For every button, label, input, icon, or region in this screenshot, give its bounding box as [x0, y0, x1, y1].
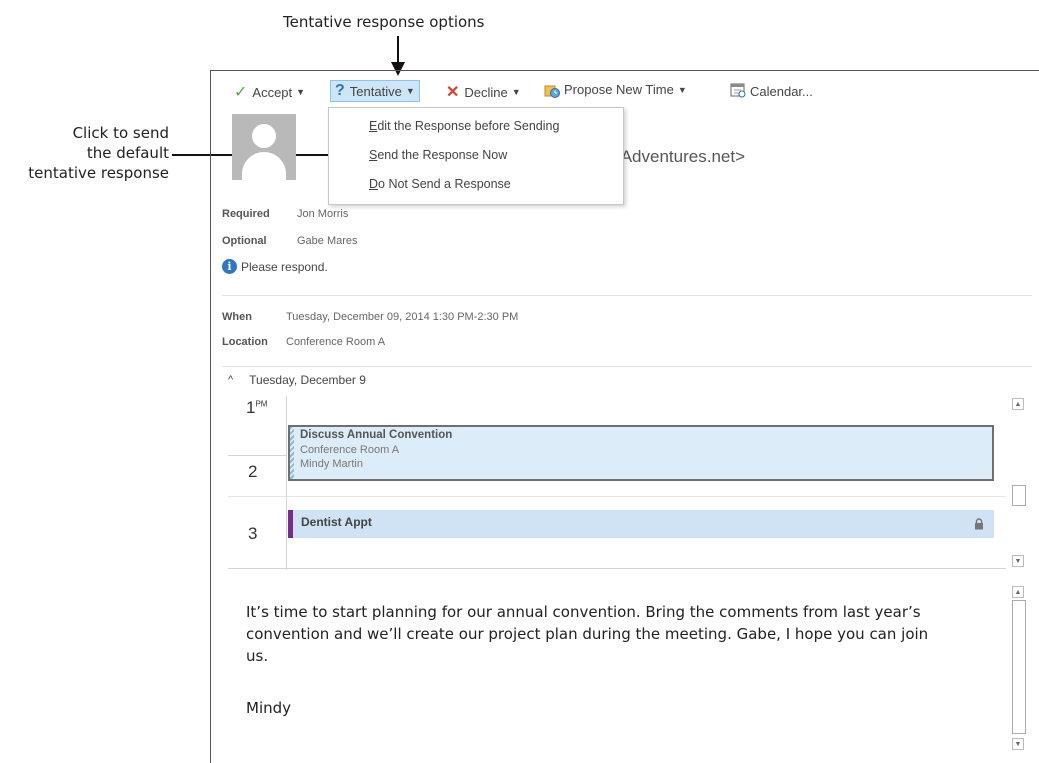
- accept-label: Accept: [252, 84, 293, 100]
- dentist-appointment[interactable]: Dentist Appt: [288, 510, 994, 538]
- scrollbar-thumb[interactable]: [1012, 485, 1026, 506]
- avatar: [232, 114, 296, 180]
- hour-line: [228, 455, 286, 456]
- chevron-down-icon: ▼: [405, 86, 415, 96]
- info-icon: i: [222, 259, 237, 274]
- info-text: Please respond.: [241, 259, 328, 274]
- hour-3: 3: [248, 524, 258, 543]
- decline-label: Decline: [464, 84, 508, 100]
- menu-item-label: end the Response Now: [377, 148, 508, 162]
- scroll-down-button[interactable]: ▼: [1012, 738, 1024, 750]
- chevron-up-icon: ^: [228, 374, 234, 386]
- scroll-down-button[interactable]: ▼: [1012, 555, 1024, 567]
- hour-line: [228, 496, 1006, 497]
- check-icon: ✓: [234, 84, 248, 101]
- hour-suffix: PM: [255, 399, 268, 409]
- calendar-icon: [730, 82, 746, 101]
- dentist-title: Dentist Appt: [301, 515, 372, 529]
- hour-divider: [286, 396, 287, 570]
- decline-button[interactable]: ✕ Decline ▼: [446, 82, 521, 102]
- tentative-label: Tentative: [349, 83, 402, 99]
- message-line: us.: [246, 647, 269, 665]
- tentative-dropdown-menu: Edit the Response before Sending Send th…: [328, 107, 624, 205]
- message-line: It’s time to start planning for our annu…: [246, 603, 921, 621]
- menu-item-send-now[interactable]: Send the Response Now: [369, 148, 507, 162]
- divider: [222, 295, 1032, 296]
- question-icon: ?: [335, 82, 345, 99]
- optional-attendee[interactable]: Gabe Mares: [297, 235, 358, 247]
- meeting-title: Discuss Annual Convention: [300, 429, 453, 441]
- required-attendee[interactable]: Jon Morris: [297, 208, 348, 220]
- menu-item-label: o Not Send a Response: [378, 177, 511, 191]
- when-label: When: [222, 311, 252, 323]
- info-bar: i Please respond.: [222, 259, 328, 274]
- propose-label: Propose New Time: [564, 82, 674, 97]
- chevron-down-icon: ▼: [677, 84, 687, 95]
- callout-line-1: Click to send: [72, 124, 169, 142]
- chevron-down-icon: ▼: [511, 87, 521, 97]
- propose-new-time-button[interactable]: Propose New Time ▼: [544, 82, 687, 98]
- required-label: Required: [222, 208, 270, 220]
- x-icon: ✕: [446, 84, 460, 101]
- callout-line-2: the default: [86, 144, 169, 162]
- lock-icon: [974, 517, 984, 535]
- message-body: It’s time to start planning for our annu…: [246, 601, 928, 667]
- calendar-label: Calendar...: [750, 84, 813, 99]
- scroll-up-button[interactable]: ▲: [1012, 586, 1024, 598]
- hour-2: 2: [248, 462, 258, 481]
- calendar-peek-header[interactable]: ^ Tuesday, December 9: [228, 373, 366, 387]
- optional-label: Optional: [222, 235, 267, 247]
- callout-tentative-options: Tentative response options: [283, 13, 485, 31]
- message-line: convention and we’ll create our project …: [246, 625, 929, 643]
- hour-1pm: 1PM: [246, 398, 267, 418]
- calendar-button[interactable]: Calendar...: [730, 82, 813, 101]
- divider: [222, 366, 1032, 367]
- tentative-stripe: [290, 427, 294, 479]
- scroll-up-button[interactable]: ▲: [1012, 398, 1024, 410]
- when-value: Tuesday, December 09, 2014 1:30 PM-2:30 …: [286, 311, 519, 323]
- callout-line-3: tentative response: [28, 164, 169, 182]
- meeting-organizer: Mindy Martin: [300, 458, 363, 470]
- menu-item-do-not-send[interactable]: Do Not Send a Response: [369, 177, 511, 191]
- location-value: Conference Room A: [286, 336, 386, 348]
- propose-time-icon: [544, 83, 560, 98]
- scrollbar-track[interactable]: [1012, 600, 1026, 734]
- menu-item-label: dit the Response before Sending: [377, 119, 560, 133]
- location-label: Location: [222, 336, 268, 348]
- callout-send-default: Click to send the default tentative resp…: [28, 123, 169, 183]
- signature: Mindy: [246, 699, 292, 717]
- chevron-down-icon: ▼: [296, 87, 306, 97]
- meeting-location: Conference Room A: [300, 444, 400, 456]
- hour-line: [228, 568, 1006, 569]
- tentative-button[interactable]: ? Tentative ▼: [330, 80, 420, 102]
- busy-bar: [288, 510, 293, 538]
- sender-email: tAdventures.net>: [616, 147, 746, 166]
- accelerator-key: D: [369, 177, 379, 191]
- meeting-appointment[interactable]: Discuss Annual Convention Conference Roo…: [288, 425, 994, 481]
- menu-item-edit-response[interactable]: Edit the Response before Sending: [369, 119, 559, 133]
- accept-button[interactable]: ✓ Accept ▼: [234, 82, 305, 102]
- calendar-date: Tuesday, December 9: [249, 373, 366, 387]
